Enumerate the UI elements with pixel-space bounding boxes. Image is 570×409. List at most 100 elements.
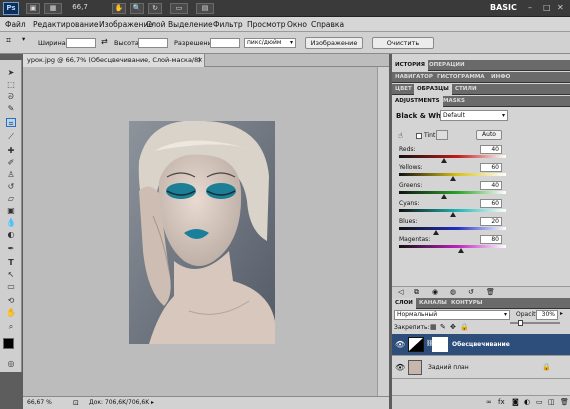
menu-layer[interactable]: Слой bbox=[146, 20, 166, 29]
slider-value-field[interactable]: 60 bbox=[480, 199, 502, 208]
menu-file[interactable]: Файл bbox=[5, 20, 26, 29]
tab-channels[interactable]: КАНАЛЫ bbox=[416, 298, 450, 309]
visibility-icon[interactable]: ◉ bbox=[432, 288, 438, 296]
tint-checkbox[interactable] bbox=[416, 133, 422, 139]
opacity-field[interactable]: 30% bbox=[536, 310, 558, 320]
targeted-adjust-icon[interactable]: ☝ bbox=[398, 131, 403, 140]
canvas[interactable] bbox=[23, 67, 389, 396]
zoom-icon[interactable]: 🔍 bbox=[130, 3, 144, 14]
swap-icon[interactable]: ⇄ bbox=[101, 37, 108, 46]
previous-state-icon[interactable]: ◍ bbox=[450, 288, 456, 296]
tint-color-swatch[interactable] bbox=[436, 130, 448, 140]
maximize-icon[interactable]: □ bbox=[543, 3, 551, 12]
tab-color[interactable]: ЦВЕТ bbox=[392, 84, 415, 95]
bridge-icon[interactable]: ▣ bbox=[26, 3, 40, 14]
preset-select[interactable]: Default ▾ bbox=[440, 110, 508, 121]
rotate-view-icon[interactable]: ↻ bbox=[148, 3, 162, 14]
opacity-slider-thumb[interactable] bbox=[518, 320, 523, 326]
slider-value-field[interactable]: 20 bbox=[480, 217, 502, 226]
tab-actions[interactable]: ОПЕРАЦИИ bbox=[426, 60, 468, 71]
tab-masks[interactable]: MASKS bbox=[440, 96, 468, 107]
tool-preset-arrow-icon[interactable]: ▾ bbox=[22, 35, 25, 43]
opacity-arrow-icon[interactable]: ▸ bbox=[560, 310, 563, 317]
move-tool-icon[interactable]: ➤ bbox=[6, 68, 16, 77]
auto-button[interactable]: Auto bbox=[476, 130, 502, 140]
vertical-scrollbar[interactable] bbox=[377, 67, 389, 396]
new-group-icon[interactable]: ▭ bbox=[536, 398, 543, 406]
zoom-tool-icon[interactable]: ⌕ bbox=[6, 322, 16, 331]
slider-track[interactable] bbox=[399, 155, 506, 158]
tab-info[interactable]: ИНФО bbox=[488, 72, 513, 83]
menu-view[interactable]: Просмотр bbox=[247, 20, 286, 29]
layer-name[interactable]: Обесцвечивание bbox=[452, 341, 510, 348]
eyedropper-tool-icon[interactable]: ⟋ bbox=[6, 132, 16, 141]
tab-adjustments[interactable]: ADJUSTMENTS bbox=[392, 96, 443, 107]
delete-layer-icon[interactable]: 🗑 bbox=[560, 398, 569, 406]
view-extras-icon[interactable]: ▦ bbox=[44, 3, 62, 14]
adjustment-layer-icon[interactable]: ◐ bbox=[524, 398, 530, 406]
slider-value-field[interactable]: 40 bbox=[480, 181, 502, 190]
tab-histogram[interactable]: ГИСТОГРАММА bbox=[434, 72, 488, 83]
slider-thumb[interactable] bbox=[458, 248, 465, 253]
menu-select[interactable]: Выделение bbox=[168, 20, 213, 29]
slider-thumb[interactable] bbox=[449, 176, 456, 181]
zoom-readout[interactable]: 66,67 % bbox=[27, 397, 52, 409]
foreground-color-swatch[interactable] bbox=[3, 338, 14, 349]
minimize-icon[interactable]: – bbox=[528, 3, 532, 12]
brush-tool-icon[interactable]: ✐ bbox=[6, 158, 16, 167]
close-icon[interactable]: ✕ bbox=[557, 3, 564, 12]
status-menu-arrow-icon[interactable]: ▸ bbox=[151, 397, 154, 409]
lock-paint-icon[interactable]: ✎ bbox=[440, 323, 446, 331]
clone-stamp-icon[interactable]: ♙ bbox=[6, 170, 16, 179]
lock-transparent-icon[interactable]: ▦ bbox=[430, 323, 437, 331]
layer-style-icon[interactable]: fx bbox=[498, 398, 505, 406]
history-brush-icon[interactable]: ↺ bbox=[6, 182, 16, 191]
menu-filter[interactable]: Фильтр bbox=[213, 20, 243, 29]
link-layers-icon[interactable]: ∞ bbox=[486, 398, 492, 406]
return-icon[interactable]: ◁ bbox=[398, 288, 403, 296]
slider-value-field[interactable]: 60 bbox=[480, 163, 502, 172]
crop-tool-icon[interactable]: ⌗ bbox=[6, 36, 11, 46]
eraser-tool-icon[interactable]: ▱ bbox=[6, 194, 16, 203]
screen-mode-icon[interactable]: ▤ bbox=[196, 3, 214, 14]
pen-tool-icon[interactable]: ✒ bbox=[6, 244, 16, 253]
tab-history[interactable]: ИСТОРИЯ bbox=[392, 60, 428, 71]
eye-icon[interactable]: 👁 bbox=[395, 363, 405, 372]
hand-tool-icon[interactable]: ✋ bbox=[6, 308, 16, 317]
width-field[interactable] bbox=[66, 38, 96, 48]
menu-help[interactable]: Справка bbox=[311, 20, 344, 29]
resolution-field[interactable] bbox=[210, 38, 240, 48]
crop-tool-icon[interactable]: ⌗ bbox=[6, 118, 16, 128]
dodge-tool-icon[interactable]: ◐ bbox=[6, 230, 16, 239]
slider-value-field[interactable]: 40 bbox=[480, 145, 502, 154]
workspace-switcher[interactable]: BASIC bbox=[490, 3, 517, 12]
slider-thumb[interactable] bbox=[433, 230, 440, 235]
quick-mask-icon[interactable]: ◎ bbox=[6, 359, 16, 368]
layer-name[interactable]: Задний план bbox=[428, 364, 469, 371]
menu-window[interactable]: Окно bbox=[287, 20, 307, 29]
slider-track[interactable] bbox=[399, 227, 506, 230]
lock-all-icon[interactable]: 🔒 bbox=[460, 323, 469, 331]
gradient-tool-icon[interactable]: ▣ bbox=[6, 206, 16, 215]
reset-icon[interactable]: ↺ bbox=[468, 288, 474, 296]
slider-thumb[interactable] bbox=[449, 212, 456, 217]
arrange-documents-icon[interactable]: ▭ bbox=[170, 3, 188, 14]
slider-track[interactable] bbox=[399, 191, 506, 194]
healing-brush-icon[interactable]: ✚ bbox=[6, 146, 16, 155]
front-image-button[interactable]: Изображение bbox=[305, 37, 363, 49]
menu-edit[interactable]: Редактирование bbox=[33, 20, 98, 29]
3d-rotate-icon[interactable]: ⟲ bbox=[6, 296, 16, 305]
layer-mask-thumbnail[interactable] bbox=[432, 337, 448, 352]
shape-tool-icon[interactable]: ▭ bbox=[6, 282, 16, 291]
new-layer-icon[interactable]: ◫ bbox=[548, 398, 555, 406]
document-tab[interactable]: урок.jpg @ 66,7% (Обесцвечивание, Слой-м… bbox=[23, 54, 205, 77]
slider-thumb[interactable] bbox=[440, 158, 447, 163]
tab-styles[interactable]: СТИЛИ bbox=[452, 84, 480, 95]
height-field[interactable] bbox=[138, 38, 168, 48]
delete-icon[interactable]: 🗑 bbox=[486, 288, 495, 296]
marquee-tool-icon[interactable]: ⬚ bbox=[6, 80, 16, 89]
clip-icon[interactable]: ⧉ bbox=[414, 288, 419, 297]
layer-row-background[interactable]: 👁 Задний план 🔒 bbox=[392, 357, 570, 379]
units-select[interactable]: пикс/дюйм ▾ bbox=[244, 38, 296, 48]
add-mask-icon[interactable]: ◙ bbox=[512, 398, 519, 406]
